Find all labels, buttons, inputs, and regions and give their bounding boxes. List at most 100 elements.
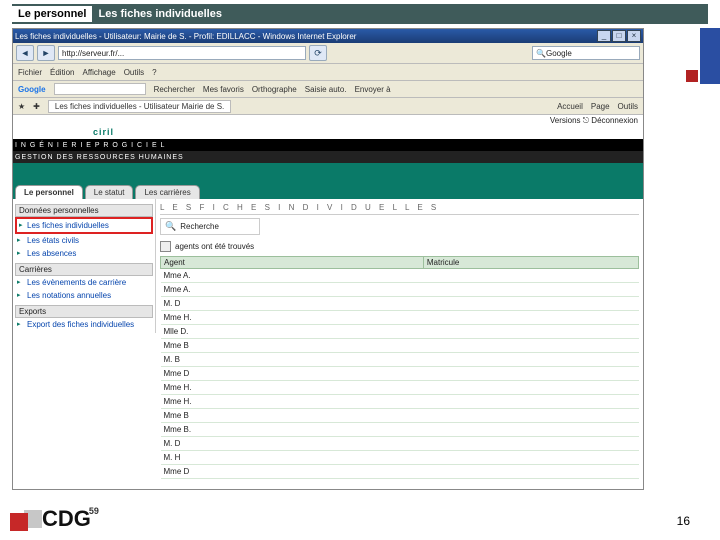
- refresh-button[interactable]: ⟳: [309, 45, 327, 61]
- brand-tagline-2: GESTION DES RESSOURCES HUMAINES: [13, 151, 643, 163]
- sidebar-item-evenements[interactable]: Les évènements de carrière: [15, 276, 153, 289]
- tab-personnel[interactable]: Le personnel: [15, 185, 83, 199]
- table-row[interactable]: Mme D: [161, 367, 639, 381]
- brand-logo: ciril: [93, 127, 114, 137]
- table-cell: [423, 409, 638, 423]
- menu-tools[interactable]: Outils: [124, 68, 144, 77]
- search-box[interactable]: 🔍Recherche: [160, 218, 260, 235]
- add-favorite-icon[interactable]: ✚: [33, 102, 40, 111]
- url-field[interactable]: http://serveur.fr/...: [58, 46, 306, 60]
- close-button[interactable]: ×: [627, 30, 641, 42]
- menu-file[interactable]: Fichier: [18, 68, 42, 77]
- decor-red-square: [686, 70, 698, 82]
- menu-view[interactable]: Affichage: [82, 68, 115, 77]
- table-cell: Mme A.: [161, 269, 424, 283]
- browser-window: Les fiches individuelles - Utilisateur: …: [12, 28, 644, 490]
- results-count-text: agents ont été trouvés: [175, 242, 254, 251]
- toolbar-tools[interactable]: Outils: [618, 102, 638, 111]
- footer-logo: CDG59: [10, 506, 101, 532]
- window-title: Les fiches individuelles - Utilisateur: …: [15, 32, 356, 41]
- sidebar-item-export[interactable]: Export des fiches individuelles: [15, 318, 153, 331]
- table-row[interactable]: Mme B.: [161, 423, 639, 437]
- results-count-box: [160, 241, 171, 252]
- back-button[interactable]: ◄: [16, 45, 34, 61]
- logo-red-square: [10, 513, 28, 531]
- table-cell: Mme D: [161, 367, 424, 381]
- table-cell: [423, 297, 638, 311]
- agents-table: Agent Matricule Mme A.Mme A.M. DMme H.Ml…: [160, 256, 639, 479]
- sidebar-item-etats[interactable]: Les états civils: [15, 234, 153, 247]
- table-cell: M. H: [161, 451, 424, 465]
- table-cell: [423, 325, 638, 339]
- table-row[interactable]: M. B: [161, 353, 639, 367]
- title-green: Les fiches individuelles: [92, 8, 222, 20]
- tab-carrieres[interactable]: Les carrières: [135, 185, 199, 199]
- favorites-star-icon[interactable]: ★: [18, 102, 25, 111]
- google-favs[interactable]: Mes favoris: [203, 85, 244, 94]
- sidebar-item-absences[interactable]: Les absences: [15, 247, 153, 260]
- google-spell[interactable]: Orthographe: [252, 85, 297, 94]
- table-row[interactable]: Mlle D.: [161, 325, 639, 339]
- col-agent[interactable]: Agent: [161, 257, 424, 269]
- logo-text: CDG: [42, 506, 91, 532]
- sidebar-item-fiches[interactable]: Les fiches individuelles: [15, 217, 153, 234]
- table-row[interactable]: Mme A.: [161, 269, 639, 283]
- google-search-field[interactable]: [54, 83, 146, 95]
- table-row[interactable]: Mme B: [161, 339, 639, 353]
- decor-blue-bar: [700, 28, 720, 84]
- table-cell: Mme H.: [161, 381, 424, 395]
- app-page: ciril I N G É N I E R I E P R O G I C I …: [13, 125, 643, 489]
- toolbar-home[interactable]: Accueil: [557, 102, 583, 111]
- table-row[interactable]: Mme H.: [161, 395, 639, 409]
- table-cell: [423, 437, 638, 451]
- google-label: Google: [18, 85, 46, 94]
- sidebar-header-carrieres: Carrières: [15, 263, 153, 276]
- toolbar-page[interactable]: Page: [591, 102, 610, 111]
- brand-tagline-1: I N G É N I E R I E P R O G I C I E L: [13, 139, 643, 151]
- table-cell: [423, 381, 638, 395]
- table-row[interactable]: Mme H.: [161, 381, 639, 395]
- sidebar: Données personnelles Les fiches individu…: [13, 199, 156, 333]
- table-cell: [423, 451, 638, 465]
- table-row[interactable]: Mme H.: [161, 311, 639, 325]
- table-cell: Mme B: [161, 409, 424, 423]
- table-row[interactable]: Mme B: [161, 409, 639, 423]
- table-cell: Mme H.: [161, 311, 424, 325]
- table-cell: [423, 465, 638, 479]
- forward-button[interactable]: ►: [37, 45, 55, 61]
- browser-search-placeholder: Google: [546, 49, 572, 58]
- menu-help[interactable]: ?: [152, 68, 156, 77]
- versions-link[interactable]: Versions ⎋ Déconnexion: [550, 116, 638, 125]
- results-count: agents ont été trouvés: [160, 241, 639, 252]
- table-cell: Mme A.: [161, 283, 424, 297]
- current-tab[interactable]: Les fiches individuelles - Utilisateur M…: [48, 100, 231, 113]
- logo-superscript: 59: [89, 506, 99, 516]
- col-matricule[interactable]: Matricule: [423, 257, 638, 269]
- table-cell: Mme H.: [161, 395, 424, 409]
- google-autofill[interactable]: Saisie auto.: [305, 85, 347, 94]
- main-tabs: Le personnel Le statut Les carrières: [15, 185, 200, 199]
- sidebar-header-donnees: Données personnelles: [15, 204, 153, 217]
- menu-edit[interactable]: Édition: [50, 68, 74, 77]
- maximize-button[interactable]: □: [612, 30, 626, 42]
- browser-search-field[interactable]: 🔍 Google: [532, 46, 640, 60]
- sidebar-item-notations[interactable]: Les notations annuelles: [15, 289, 153, 302]
- window-controls[interactable]: _□×: [596, 30, 641, 42]
- google-send[interactable]: Envoyer à: [355, 85, 391, 94]
- table-row[interactable]: Mme A.: [161, 283, 639, 297]
- minimize-button[interactable]: _: [597, 30, 611, 42]
- table-cell: [423, 283, 638, 297]
- address-bar-row: ◄ ► http://serveur.fr/... ⟳ 🔍 Google: [13, 43, 643, 64]
- brand-row: ciril: [13, 125, 643, 139]
- title-white: Le personnel: [12, 6, 92, 22]
- table-cell: [423, 269, 638, 283]
- google-search-btn[interactable]: Rechercher: [154, 85, 195, 94]
- table-row[interactable]: M. D: [161, 297, 639, 311]
- table-row[interactable]: Mme D: [161, 465, 639, 479]
- table-row[interactable]: M. D: [161, 437, 639, 451]
- table-row[interactable]: M. H: [161, 451, 639, 465]
- search-label: Recherche: [180, 222, 219, 231]
- slide-title-bar: Le personnel Les fiches individuelles: [12, 4, 708, 24]
- sidebar-header-editions: Exports: [15, 305, 153, 318]
- tab-statut[interactable]: Le statut: [85, 185, 134, 199]
